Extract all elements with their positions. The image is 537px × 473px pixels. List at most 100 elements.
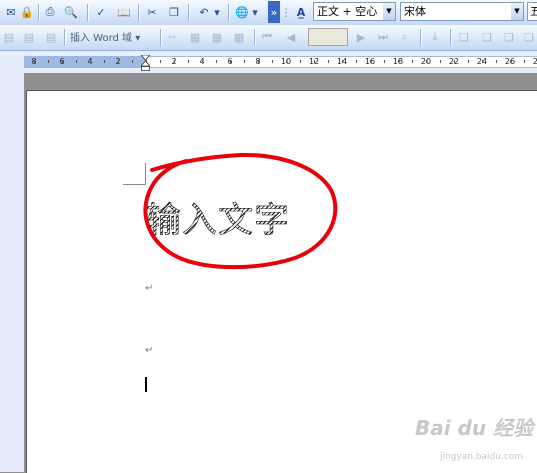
merge-to-fax-icon[interactable]: ❏ xyxy=(520,28,537,46)
toolbar-separator xyxy=(64,29,66,46)
ruler-tick xyxy=(48,60,49,63)
ruler-tick xyxy=(384,60,385,63)
recipients-icon[interactable]: ▤ xyxy=(20,28,38,46)
ruler-tick xyxy=(132,60,133,63)
propagate-labels-icon[interactable]: ▦ xyxy=(230,28,248,46)
toolbar-grip-icon[interactable]: ⋮ xyxy=(281,3,292,21)
check-errors-icon[interactable]: ⤓ xyxy=(426,28,444,46)
cut-icon[interactable]: ✂ xyxy=(143,3,161,21)
ruler-tick xyxy=(496,60,497,63)
paragraph-mark: ↵ xyxy=(145,283,154,294)
font-dropdown[interactable]: 宋体 ▼ xyxy=(400,2,524,21)
ruler-tick xyxy=(202,60,203,63)
ruler-tick xyxy=(356,60,357,63)
ruler-tick xyxy=(328,60,329,63)
ruler-tick xyxy=(118,60,119,63)
last-record-icon[interactable]: ⏭ xyxy=(374,28,392,46)
toolbar-separator xyxy=(254,29,256,46)
ruler-tick xyxy=(34,60,35,63)
toolbar-separator xyxy=(420,29,422,46)
merge-to-email-icon[interactable]: ❏ xyxy=(500,28,518,46)
highlight-fields-icon[interactable]: ▦ xyxy=(186,28,204,46)
watermark-url: jingyan.baidu.com xyxy=(440,452,524,462)
font-value: 宋体 xyxy=(404,5,426,18)
permission-icon[interactable]: 🔒 xyxy=(18,3,36,21)
ruler-tick xyxy=(272,60,273,63)
view-merged-data-icon[interactable]: «» xyxy=(163,28,181,46)
hyperlink-dropdown-icon[interactable]: ▾ xyxy=(250,3,260,21)
ruler-tick xyxy=(398,60,399,63)
toolbar-separator xyxy=(87,4,89,21)
styles-formatting-icon[interactable]: A̲ xyxy=(292,3,310,21)
ruler-tick xyxy=(216,60,217,63)
ruler-tick xyxy=(286,60,287,63)
standard-toolbar: ✉ 🔒 ⎙ 🔍 ✓ 📖 ✂ ❐ ↶ ▾ 🌐 ▾ » ⋮ A̲ 正文 + 空心 ▼… xyxy=(0,0,537,26)
ruler-tick xyxy=(454,60,455,63)
ruler-tick xyxy=(244,60,245,63)
ruler-tick xyxy=(146,60,147,63)
copy-icon[interactable]: ❐ xyxy=(165,3,183,21)
previous-record-icon[interactable]: ◀ xyxy=(282,28,300,46)
ruler-tick xyxy=(300,60,301,63)
print-icon[interactable]: ⎙ xyxy=(41,3,59,21)
horizontal-ruler[interactable]: 8642246810121416182022242628 xyxy=(0,51,537,74)
research-icon[interactable]: 📖 xyxy=(115,3,133,21)
ruler-tick xyxy=(62,60,63,63)
vertical-ruler[interactable] xyxy=(0,73,24,472)
ruler-tick xyxy=(482,60,483,63)
match-fields-icon[interactable]: ▦ xyxy=(208,28,226,46)
ruler-tick xyxy=(440,60,441,63)
ruler-tick xyxy=(188,60,189,63)
indent-marker-icon[interactable] xyxy=(141,55,150,71)
toolbar-options-icon[interactable]: » xyxy=(268,1,280,23)
ruler-tick xyxy=(174,60,175,63)
ruler-tick xyxy=(314,60,315,63)
style-value: 正文 + 空心 xyxy=(317,5,378,18)
document-text[interactable]: 输入文字 xyxy=(146,192,290,243)
first-record-icon[interactable]: ⏮ xyxy=(258,28,276,46)
undo-dropdown-icon[interactable]: ▾ xyxy=(212,3,222,21)
mail-merge-toolbar: ▤ ▤ ▤ 插入 Word 域 ▾ «» ▦ ▦ ▦ ⏮ ◀ ▶ ⏭ ⌕ ⤓ ❏… xyxy=(0,25,537,51)
find-entry-icon[interactable]: ⌕ xyxy=(396,28,414,46)
ruler-tick xyxy=(468,60,469,63)
insert-word-field-label: 插入 Word 域 xyxy=(70,33,133,44)
hyperlink-icon[interactable]: 🌐 xyxy=(233,3,251,21)
font-size-value: 五 xyxy=(530,5,537,18)
chevron-down-icon[interactable]: ▼ xyxy=(511,3,523,20)
ruler-tick xyxy=(510,60,511,63)
print-preview-icon[interactable]: 🔍 xyxy=(62,3,80,21)
ruler-tick xyxy=(90,60,91,63)
ruler-tick xyxy=(258,60,259,63)
spelling-grammar-icon[interactable]: ✓ xyxy=(92,3,110,21)
ruler-tick xyxy=(104,60,105,63)
ruler-left-margin xyxy=(24,56,145,68)
insert-word-field-button[interactable]: 插入 Word 域 ▾ xyxy=(70,29,140,44)
ruler-tick xyxy=(342,60,343,63)
ruler-tick xyxy=(426,60,427,63)
style-dropdown[interactable]: 正文 + 空心 ▼ xyxy=(313,2,396,21)
edit-recipients-icon[interactable]: ▤ xyxy=(42,28,60,46)
chevron-down-icon[interactable]: ▼ xyxy=(383,3,395,20)
page-corner-mark xyxy=(145,163,146,185)
merge-to-printer-icon[interactable]: ❏ xyxy=(478,28,496,46)
paragraph-mark: ↵ xyxy=(145,345,154,356)
ruler-tick xyxy=(230,60,231,63)
chevron-down-icon: ▾ xyxy=(135,33,141,44)
record-number-input[interactable] xyxy=(308,28,348,46)
toolbar-separator xyxy=(138,4,140,21)
ruler-tick xyxy=(160,60,161,63)
document-icon[interactable]: ▤ xyxy=(0,28,18,46)
ruler-tick xyxy=(524,60,525,63)
merge-to-document-icon[interactable]: ❏ xyxy=(455,28,473,46)
ruler-label: 28 xyxy=(532,57,537,66)
watermark-logo: Bai du 经验 xyxy=(415,416,534,440)
undo-icon[interactable]: ↶ xyxy=(195,3,213,21)
ruler-tick xyxy=(76,60,77,63)
page-corner-mark xyxy=(123,184,145,185)
text-cursor xyxy=(145,377,147,392)
next-record-icon[interactable]: ▶ xyxy=(352,28,370,46)
font-size-dropdown[interactable]: 五 xyxy=(527,2,537,21)
toolbar-separator xyxy=(450,29,452,46)
toolbar-separator xyxy=(38,4,40,21)
toolbar-separator xyxy=(228,4,230,21)
